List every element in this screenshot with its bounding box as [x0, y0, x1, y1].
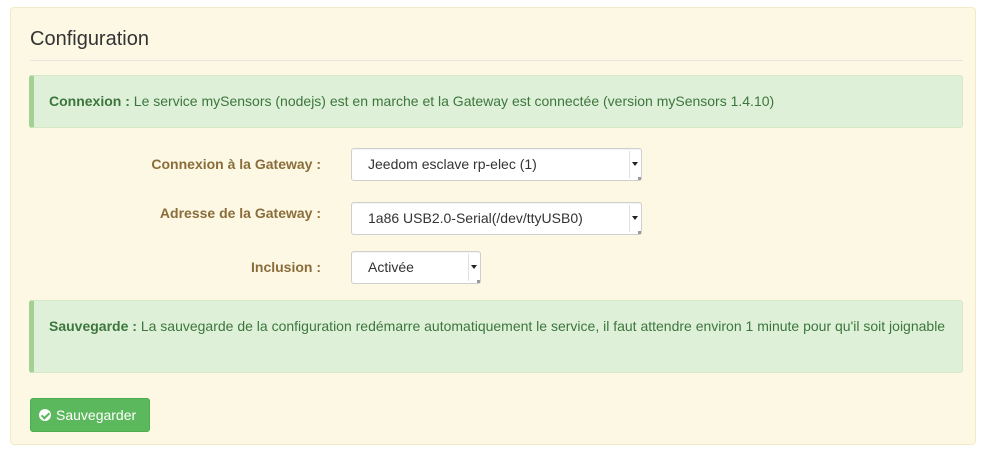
- connection-status-message: Le service mySensors (nodejs) est en mar…: [133, 93, 775, 109]
- chevron-down-icon: [468, 254, 480, 283]
- chevron-down-icon: [629, 205, 641, 234]
- gateway-connection-value: Jeedom esclave rp-elec (1): [368, 156, 537, 172]
- chevron-down-icon: [629, 151, 641, 180]
- inclusion-select[interactable]: Activée: [351, 251, 481, 284]
- connection-status-label: Connexion :: [49, 93, 130, 109]
- save-info-label: Sauvegarde :: [49, 318, 137, 334]
- save-button[interactable]: Sauvegarder: [30, 398, 150, 432]
- configuration-panel: Configuration Connexion : Le service myS…: [10, 7, 976, 445]
- check-circle-icon: [39, 409, 51, 421]
- inclusion-label: Inclusion :: [251, 259, 321, 275]
- gateway-connection-select[interactable]: Jeedom esclave rp-elec (1): [351, 148, 642, 181]
- connection-status-alert: Connexion : Le service mySensors (nodejs…: [29, 75, 963, 128]
- inclusion-value: Activée: [368, 259, 414, 275]
- panel-title: Configuration: [30, 28, 149, 50]
- gateway-address-select[interactable]: 1a86 USB2.0-Serial(/dev/ttyUSB0): [351, 202, 642, 235]
- save-info-message: La sauvegarde de la configuration redéma…: [140, 318, 946, 334]
- gateway-connection-label: Connexion à la Gateway :: [151, 156, 321, 172]
- gateway-address-value: 1a86 USB2.0-Serial(/dev/ttyUSB0): [368, 210, 583, 226]
- save-button-label: Sauvegarder: [56, 407, 137, 423]
- save-info-alert: Sauvegarde : La sauvegarde de la configu…: [29, 300, 963, 373]
- gateway-address-label: Adresse de la Gateway :: [159, 205, 321, 221]
- title-divider: [30, 60, 963, 61]
